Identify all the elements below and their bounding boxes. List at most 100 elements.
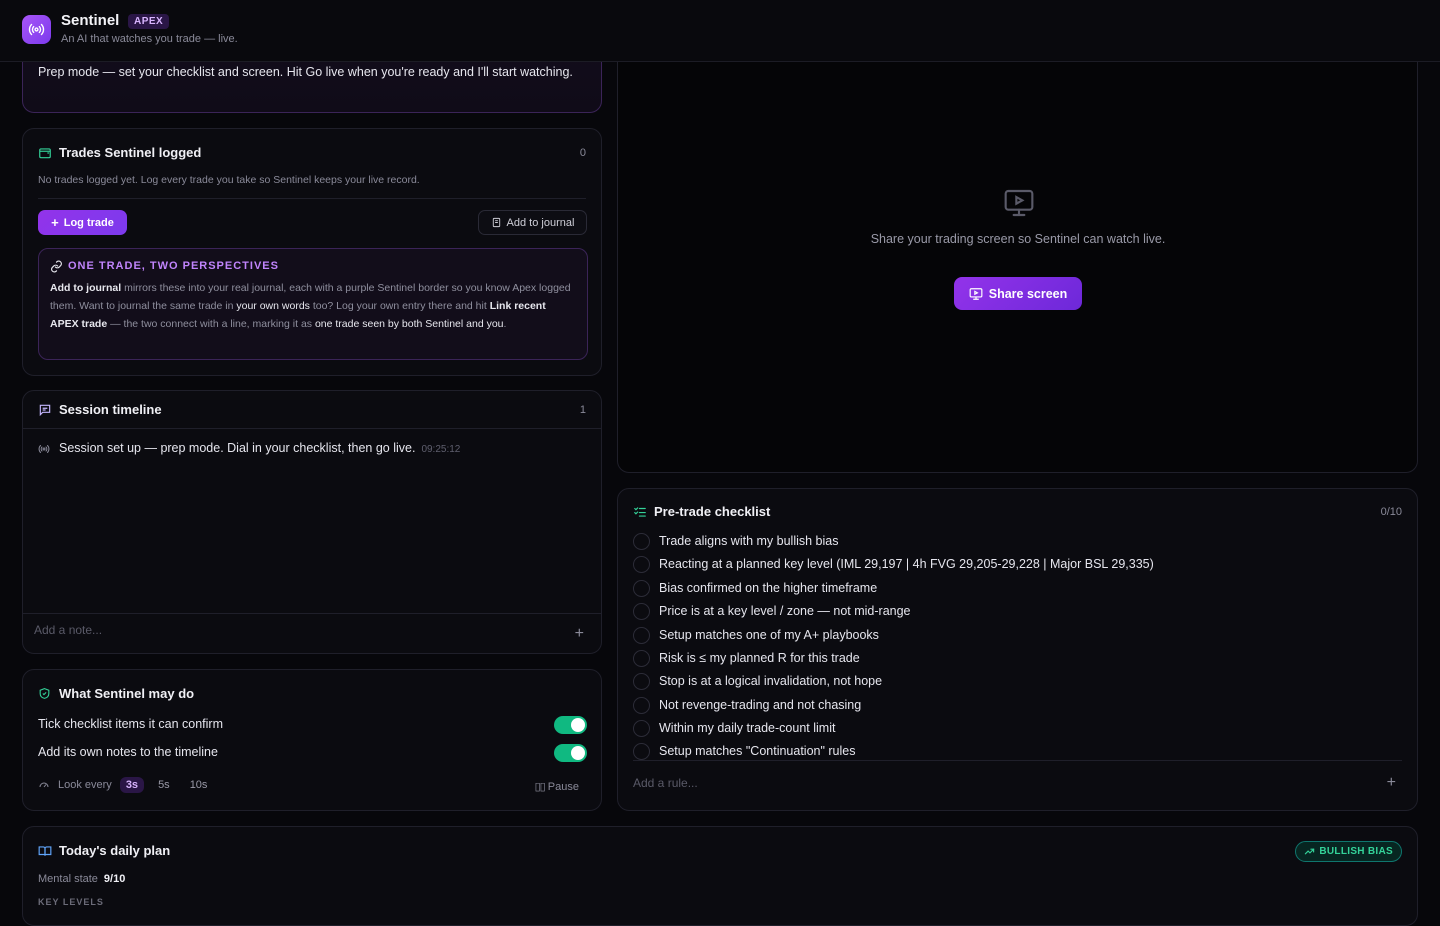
divider xyxy=(38,198,586,199)
gauge-icon xyxy=(39,782,49,788)
log-trade-label: Log trade xyxy=(63,216,114,229)
checklist-item-label: Within my daily trade-count limit xyxy=(659,721,836,735)
trades-title: Trades Sentinel logged xyxy=(59,145,202,160)
checklist-item[interactable]: Setup matches "Continuation" rules xyxy=(633,742,855,760)
checklist-item-label: Reacting at a planned key level (IML 29,… xyxy=(659,557,1154,571)
perspective-body: Add to journal mirrors these into your r… xyxy=(50,279,575,333)
timeline-count: 1 xyxy=(579,404,586,416)
checkbox-circle[interactable] xyxy=(633,626,650,644)
list-check-icon xyxy=(634,507,646,517)
checkbox-circle[interactable] xyxy=(633,719,650,737)
checklist-item-label: Bias confirmed on the higher timeframe xyxy=(659,581,878,595)
perspective-info-box: ONE TRADE, TWO PERSPECTIVES Add to journ… xyxy=(38,248,588,360)
mental-state: Mental state 9/10 xyxy=(38,873,125,885)
sentinel-permissions-card: What Sentinel may do Tick checklist item… xyxy=(22,669,602,811)
checklist-item[interactable]: Setup matches one of my A+ playbooks xyxy=(633,626,879,644)
add-note-input[interactable] xyxy=(34,623,554,637)
look-every-label: Look every xyxy=(58,779,112,791)
checkbox-circle[interactable] xyxy=(633,555,650,573)
perspective-text-3: — the two connect with a line, marking i… xyxy=(107,318,315,330)
mental-state-label: Mental state xyxy=(38,873,98,885)
checklist-item[interactable]: Price is at a key level / zone — not mid… xyxy=(633,602,911,620)
broadcast-icon xyxy=(38,445,50,453)
monitor-play-icon xyxy=(969,287,983,300)
checklist-item-label: Stop is at a logical invalidation, not h… xyxy=(659,674,883,688)
timeline-entry-text: Session set up — prep mode. Dial in your… xyxy=(59,441,416,455)
checklist-item[interactable]: Not revenge-trading and not chasing xyxy=(633,696,861,714)
screen-share-area: Share your trading screen so Sentinel ca… xyxy=(617,40,1418,473)
checklist-item-label: Not revenge-trading and not chasing xyxy=(659,698,862,712)
checklist-item[interactable]: Reacting at a planned key level (IML 29,… xyxy=(633,555,1154,573)
timeline-entry-time: 09:25:12 xyxy=(421,444,461,455)
divider xyxy=(23,428,601,429)
app-tagline: An AI that watches you trade — live. xyxy=(61,33,238,45)
trending-up-icon xyxy=(1305,848,1315,855)
checkbox-circle[interactable] xyxy=(633,649,650,667)
checklist-item-label: Setup matches "Continuation" rules xyxy=(659,744,856,758)
perspective-text-4: . xyxy=(503,318,507,330)
share-screen-label: Share screen xyxy=(988,286,1068,301)
add-notes-toggle[interactable] xyxy=(554,744,587,762)
app-header: Sentinel APEX An AI that watches you tra… xyxy=(0,0,1440,62)
checklist-title: Pre-trade checklist xyxy=(654,504,771,519)
log-trade-button[interactable]: + Log trade xyxy=(38,210,127,235)
checklist-item-label: Setup matches one of my A+ playbooks xyxy=(659,628,879,642)
interval-10s[interactable]: 10s xyxy=(184,777,214,793)
checklist-item[interactable]: Within my daily trade-count limit xyxy=(633,719,835,737)
link-icon xyxy=(51,260,62,273)
divider xyxy=(23,613,601,614)
wallet-icon xyxy=(39,148,51,159)
add-note-plus-icon[interactable]: + xyxy=(575,626,584,642)
share-screen-button[interactable]: Share screen xyxy=(954,277,1082,310)
trades-logged-card: Trades Sentinel logged 0 No trades logge… xyxy=(22,128,602,376)
message-icon xyxy=(39,404,51,417)
add-to-journal-label: Add to journal xyxy=(506,216,575,229)
divider xyxy=(633,760,1402,761)
checkbox-circle[interactable] xyxy=(633,696,650,714)
permission-tick-label: Tick checklist items it can confirm xyxy=(38,717,223,731)
checkbox-circle[interactable] xyxy=(633,532,650,550)
checklist-item[interactable]: Trade aligns with my bullish bias xyxy=(633,532,838,550)
bias-label: BULLISH BIAS xyxy=(1319,846,1393,857)
tick-checklist-toggle[interactable] xyxy=(554,716,587,734)
checklist-item-label: Trade aligns with my bullish bias xyxy=(659,534,839,548)
add-to-journal-button[interactable]: Add to journal xyxy=(478,210,587,235)
timeline-entry: Session set up — prep mode. Dial in your… xyxy=(59,441,460,455)
checklist-item[interactable]: Risk is ≤ my planned R for this trade xyxy=(633,649,860,667)
pause-button[interactable]: ▯▯ Pause xyxy=(535,780,579,793)
perspective-title: ONE TRADE, TWO PERSPECTIVES xyxy=(68,260,279,272)
plus-icon: + xyxy=(51,215,59,230)
key-levels-label: KEY LEVELS xyxy=(38,897,104,907)
mental-state-value: 9/10 xyxy=(103,873,126,885)
add-rule-input[interactable] xyxy=(633,776,1333,790)
checklist-item[interactable]: Bias confirmed on the higher timeframe xyxy=(633,579,877,597)
perspective-highlight-both: one trade seen by both Sentinel and you xyxy=(314,318,504,330)
permissions-title: What Sentinel may do xyxy=(59,686,195,701)
trades-empty-text: No trades logged yet. Log every trade yo… xyxy=(38,174,420,186)
journal-icon xyxy=(492,217,500,228)
shield-check-icon xyxy=(39,688,50,699)
interval-5s[interactable]: 5s xyxy=(152,777,176,793)
pause-label: Pause xyxy=(547,781,579,793)
trades-count: 0 xyxy=(579,147,586,159)
bias-badge: BULLISH BIAS xyxy=(1295,841,1402,862)
pause-icon: ▯▯ xyxy=(534,781,546,793)
checkbox-circle[interactable] xyxy=(633,742,650,760)
permission-notes-label: Add its own notes to the timeline xyxy=(38,745,218,759)
checklist-item-label: Risk is ≤ my planned R for this trade xyxy=(659,651,860,665)
look-interval-selector: Look every 3s 5s 10s xyxy=(38,777,213,793)
daily-plan-card: Today's daily plan BULLISH BIAS Mental s… xyxy=(22,826,1418,926)
monitor-play-icon xyxy=(1004,189,1034,217)
prep-mode-text: Prep mode — set your checklist and scree… xyxy=(38,65,573,79)
checkbox-circle[interactable] xyxy=(633,602,650,620)
apex-badge: APEX xyxy=(128,14,170,29)
checkbox-circle[interactable] xyxy=(633,672,650,690)
checklist-item-label: Price is at a key level / zone — not mid… xyxy=(659,604,911,618)
book-open-icon xyxy=(38,846,52,856)
interval-3s[interactable]: 3s xyxy=(119,777,145,793)
perspective-highlight-own-words: your own words xyxy=(236,300,310,312)
timeline-title: Session timeline xyxy=(59,402,162,417)
add-rule-plus-icon[interactable]: + xyxy=(1387,775,1396,791)
checklist-item[interactable]: Stop is at a logical invalidation, not h… xyxy=(633,672,882,690)
checkbox-circle[interactable] xyxy=(633,579,650,597)
